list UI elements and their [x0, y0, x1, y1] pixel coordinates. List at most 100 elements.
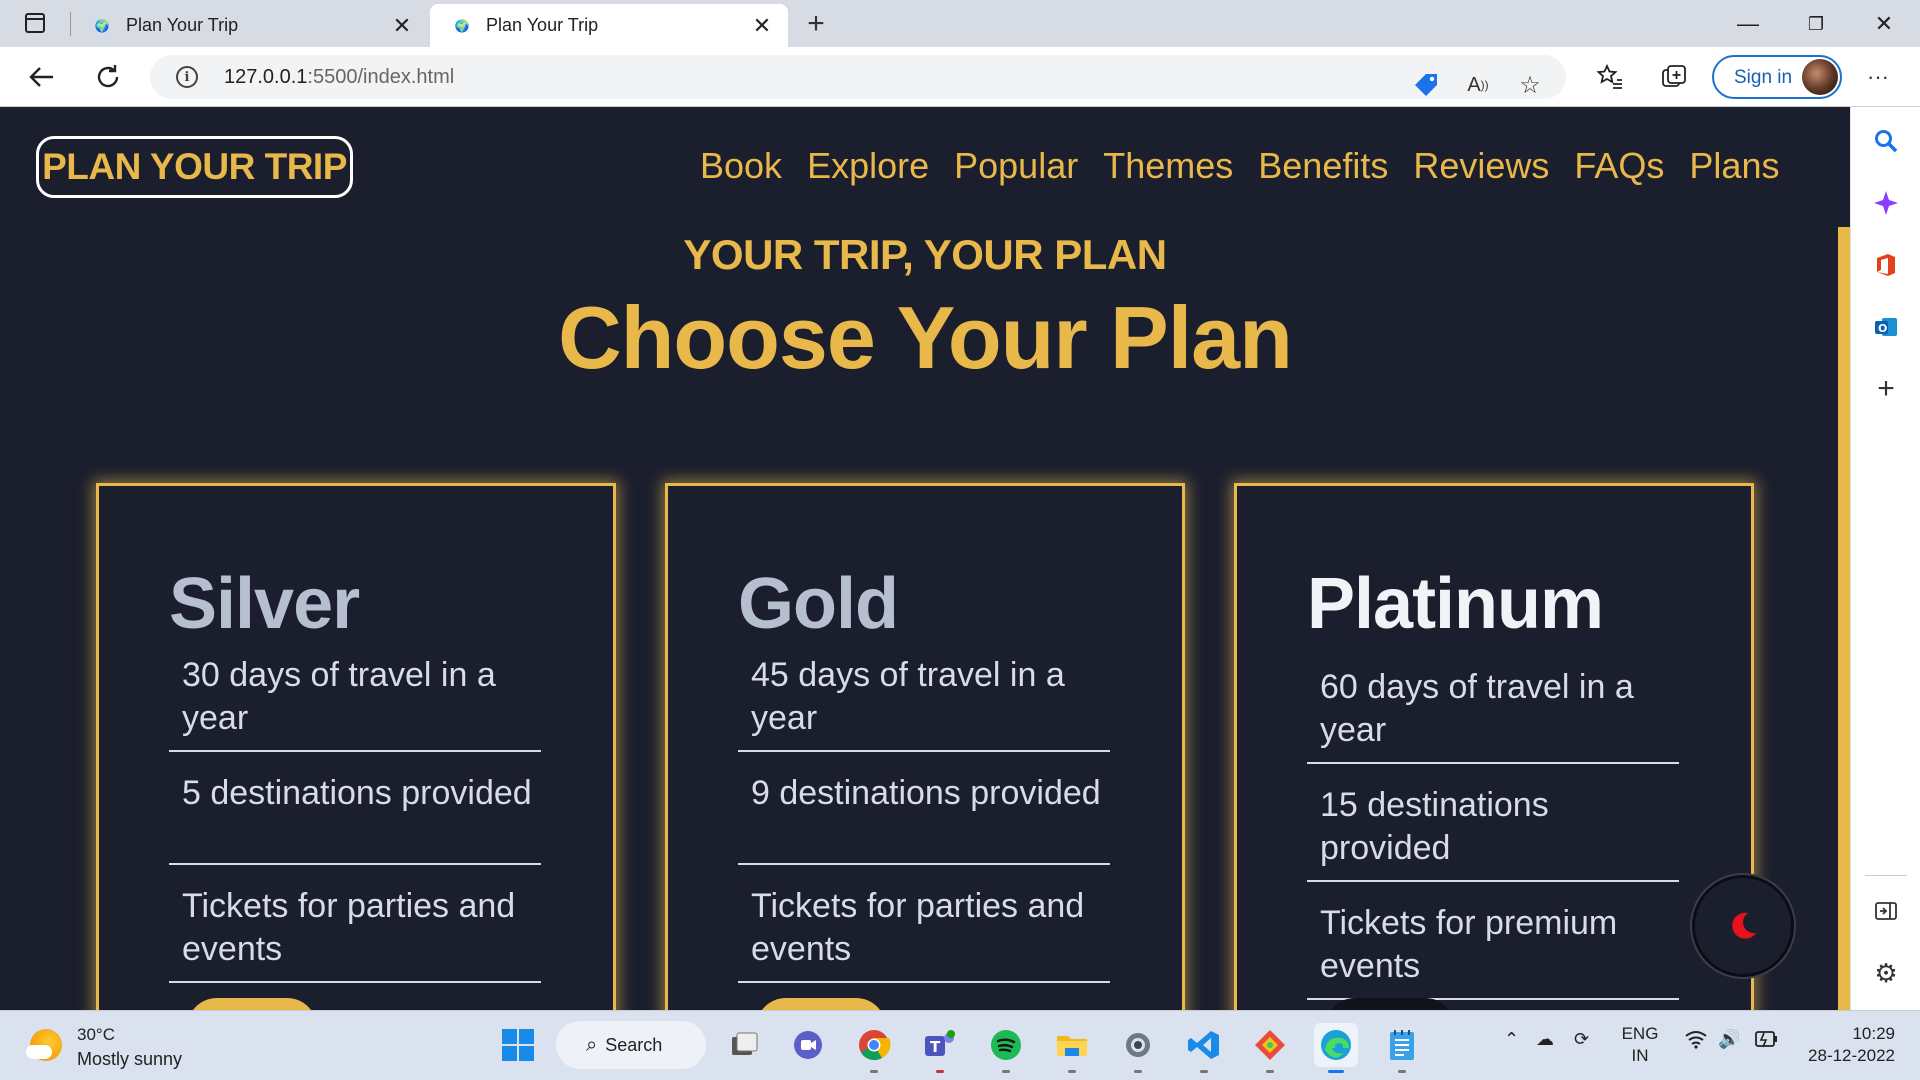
office-icon[interactable]: [1868, 247, 1904, 283]
url-text: 127.0.0.1:5500/index.html: [224, 66, 455, 88]
show-hidden-icons-chevron-icon[interactable]: ⌃: [1504, 1029, 1519, 1050]
settings-gear-icon[interactable]: ⚙: [1868, 955, 1904, 991]
running-indicator: [1068, 1070, 1076, 1073]
plan-feature: 9 destinations provided: [738, 772, 1110, 865]
plan-feature: 30 days of travel in a year: [169, 654, 541, 752]
language-indicator[interactable]: ENG IN: [1620, 1023, 1660, 1067]
favicon-icon: 🌍: [94, 18, 110, 33]
file-explorer-icon[interactable]: [1050, 1023, 1094, 1073]
hide-sidebar-icon[interactable]: [1868, 893, 1904, 929]
plan-name: Silver: [169, 564, 360, 644]
back-button[interactable]: [26, 61, 58, 93]
browser-tab-active[interactable]: 🌍 Plan Your Trip ✕: [430, 4, 788, 47]
running-indicator: [1002, 1070, 1010, 1073]
plan-select-button[interactable]: [1325, 998, 1455, 1010]
close-tab-icon[interactable]: ✕: [390, 13, 414, 38]
read-aloud-icon[interactable]: A)): [1460, 67, 1496, 103]
windows-taskbar: 30°C Mostly sunny ⌕ Search T ⌃ ☁ ⟳ ENG I…: [0, 1010, 1920, 1080]
nav-link-explore[interactable]: Explore: [807, 145, 929, 187]
sign-in-label: Sign in: [1734, 67, 1793, 88]
edge-icon[interactable]: [1314, 1023, 1358, 1073]
active-indicator: [1328, 1070, 1344, 1073]
address-bar: i 127.0.0.1:5500/index.html A)) ☆ Sign i…: [0, 47, 1920, 107]
weather-description: Mostly sunny: [77, 1049, 183, 1069]
tab-title: Plan Your Trip: [486, 15, 599, 35]
plan-select-button[interactable]: [187, 998, 317, 1010]
sparkle-icon[interactable]: [1868, 185, 1904, 221]
running-indicator: [1200, 1070, 1208, 1073]
search-icon[interactable]: [1868, 123, 1904, 159]
plan-features: 45 days of travel in a year 9 destinatio…: [738, 654, 1110, 1003]
nav-link-plans[interactable]: Plans: [1689, 145, 1779, 187]
new-tab-button[interactable]: +: [800, 7, 832, 40]
sidebar-divider: [1865, 875, 1907, 876]
site-info-icon[interactable]: i: [176, 66, 198, 88]
battery-icon[interactable]: [1752, 1029, 1778, 1054]
avatar: [1802, 59, 1838, 95]
window-close-button[interactable]: ✕: [1864, 8, 1904, 40]
vscode-icon[interactable]: [1182, 1023, 1226, 1073]
nav-link-themes[interactable]: Themes: [1103, 145, 1233, 187]
running-indicator: [1134, 1070, 1142, 1073]
browser-tab[interactable]: 🌍 Plan Your Trip ✕: [70, 4, 428, 47]
back-arrow-icon: [29, 67, 53, 87]
taskbar-search-label: Search: [605, 1034, 663, 1055]
sync-icon[interactable]: ⟳: [1574, 1029, 1589, 1050]
add-favorite-icon[interactable]: ☆: [1512, 67, 1548, 103]
sign-in-button[interactable]: Sign in: [1712, 55, 1842, 99]
restore-button[interactable]: ❐: [1796, 8, 1836, 40]
refresh-icon: [97, 65, 119, 88]
running-indicator: [870, 1070, 878, 1073]
teams-chat-icon[interactable]: [786, 1023, 830, 1067]
plan-card-gold: Gold 45 days of travel in a year 9 desti…: [665, 483, 1185, 1010]
clock-date: 28-12-2022: [1808, 1046, 1895, 1065]
tab-actions-icon: [25, 13, 45, 33]
url-input[interactable]: i 127.0.0.1:5500/index.html A)) ☆: [150, 55, 1566, 99]
wifi-icon[interactable]: [1684, 1029, 1708, 1054]
theme-toggle-button[interactable]: [1692, 875, 1794, 977]
tab-actions-button[interactable]: [20, 12, 50, 36]
clock-time: 10:29: [1852, 1024, 1895, 1043]
volume-icon[interactable]: 🔊: [1718, 1029, 1740, 1050]
outlook-icon[interactable]: O: [1868, 309, 1904, 345]
settings-app-icon[interactable]: [1116, 1023, 1160, 1073]
nav-link-book[interactable]: Book: [700, 145, 782, 187]
running-indicator: [1266, 1070, 1274, 1073]
plan-name: Platinum: [1307, 564, 1604, 644]
shopping-tag-icon[interactable]: [1408, 67, 1444, 103]
search-icon: ⌕: [586, 1033, 598, 1056]
more-menu-icon[interactable]: ···: [1860, 59, 1896, 95]
nav-link-benefits[interactable]: Benefits: [1258, 145, 1388, 187]
page-scrollbar[interactable]: [1838, 227, 1850, 1010]
notepad-icon[interactable]: [1380, 1023, 1424, 1073]
refresh-button[interactable]: [92, 61, 124, 93]
section-title: Choose Your Plan: [558, 288, 1293, 387]
plan-features: 60 days of travel in a year 15 destinati…: [1307, 666, 1679, 1010]
main-nav: Book Explore Popular Themes Benefits Rev…: [700, 145, 1804, 187]
minimize-button[interactable]: —: [1728, 8, 1768, 40]
site-logo[interactable]: PLAN YOUR TRIP: [36, 136, 353, 198]
plan-feature: 5 destinations provided: [169, 772, 541, 865]
nav-link-faqs[interactable]: FAQs: [1574, 145, 1664, 187]
running-indicator: [936, 1070, 944, 1073]
nav-link-popular[interactable]: Popular: [954, 145, 1078, 187]
add-icon[interactable]: +: [1868, 371, 1904, 407]
nav-link-reviews[interactable]: Reviews: [1413, 145, 1549, 187]
plan-name: Gold: [738, 564, 899, 644]
tab-title: Plan Your Trip: [126, 15, 239, 35]
collections-icon[interactable]: [1656, 59, 1692, 95]
git-tool-icon[interactable]: [1248, 1023, 1292, 1073]
plan-card-silver: Silver 30 days of travel in a year 5 des…: [96, 483, 616, 1010]
system-clock[interactable]: 10:29 28-12-2022: [1795, 1023, 1895, 1067]
favorites-icon[interactable]: [1592, 59, 1628, 95]
task-view-icon[interactable]: [722, 1023, 766, 1067]
teams-icon[interactable]: T: [918, 1023, 962, 1073]
plan-select-button[interactable]: [756, 998, 886, 1010]
chrome-icon[interactable]: [852, 1023, 896, 1073]
spotify-icon[interactable]: [984, 1023, 1028, 1073]
plan-card-platinum: Platinum 60 days of travel in a year 15 …: [1234, 483, 1754, 1010]
close-tab-icon[interactable]: ✕: [750, 13, 774, 38]
start-button[interactable]: [496, 1023, 540, 1067]
taskbar-search[interactable]: ⌕ Search: [556, 1021, 706, 1069]
onedrive-cloud-icon[interactable]: ☁: [1536, 1029, 1554, 1050]
